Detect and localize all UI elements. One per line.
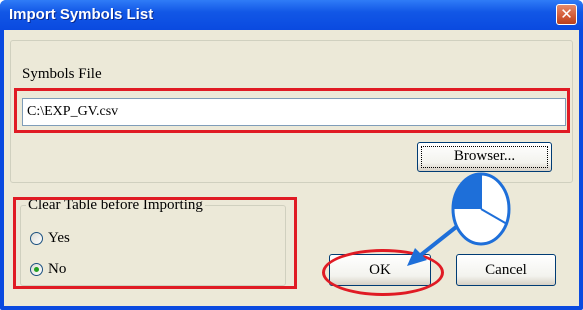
radio-yes[interactable]: Yes	[30, 230, 110, 248]
radio-no-circle[interactable]	[30, 263, 43, 276]
symbols-file-label: Symbols File	[22, 66, 102, 82]
radio-yes-label: Yes	[48, 230, 70, 246]
symbols-file-value: C:\EXP_GV.csv	[27, 104, 119, 119]
dialog-title: Import Symbols List	[9, 6, 154, 23]
radio-no-label: No	[48, 261, 67, 277]
title-bar[interactable]: Import Symbols List ✕	[0, 0, 583, 30]
close-button[interactable]: ✕	[556, 4, 577, 25]
radio-yes-circle[interactable]	[30, 232, 43, 245]
annotation-arrow-and-mouse	[407, 172, 511, 266]
browse-button-label: Browser...	[453, 148, 516, 164]
radio-selected-dot	[34, 267, 39, 272]
ok-button-label: OK	[369, 262, 391, 278]
radio-no[interactable]: No	[30, 261, 110, 279]
close-icon: ✕	[560, 5, 573, 23]
symbols-file-input[interactable]: C:\EXP_GV.csv	[22, 98, 566, 126]
mouse-left-click-icon	[451, 172, 511, 246]
clear-table-label: Clear Table before Importing	[26, 197, 205, 214]
browse-button[interactable]: Browser...	[417, 142, 552, 172]
